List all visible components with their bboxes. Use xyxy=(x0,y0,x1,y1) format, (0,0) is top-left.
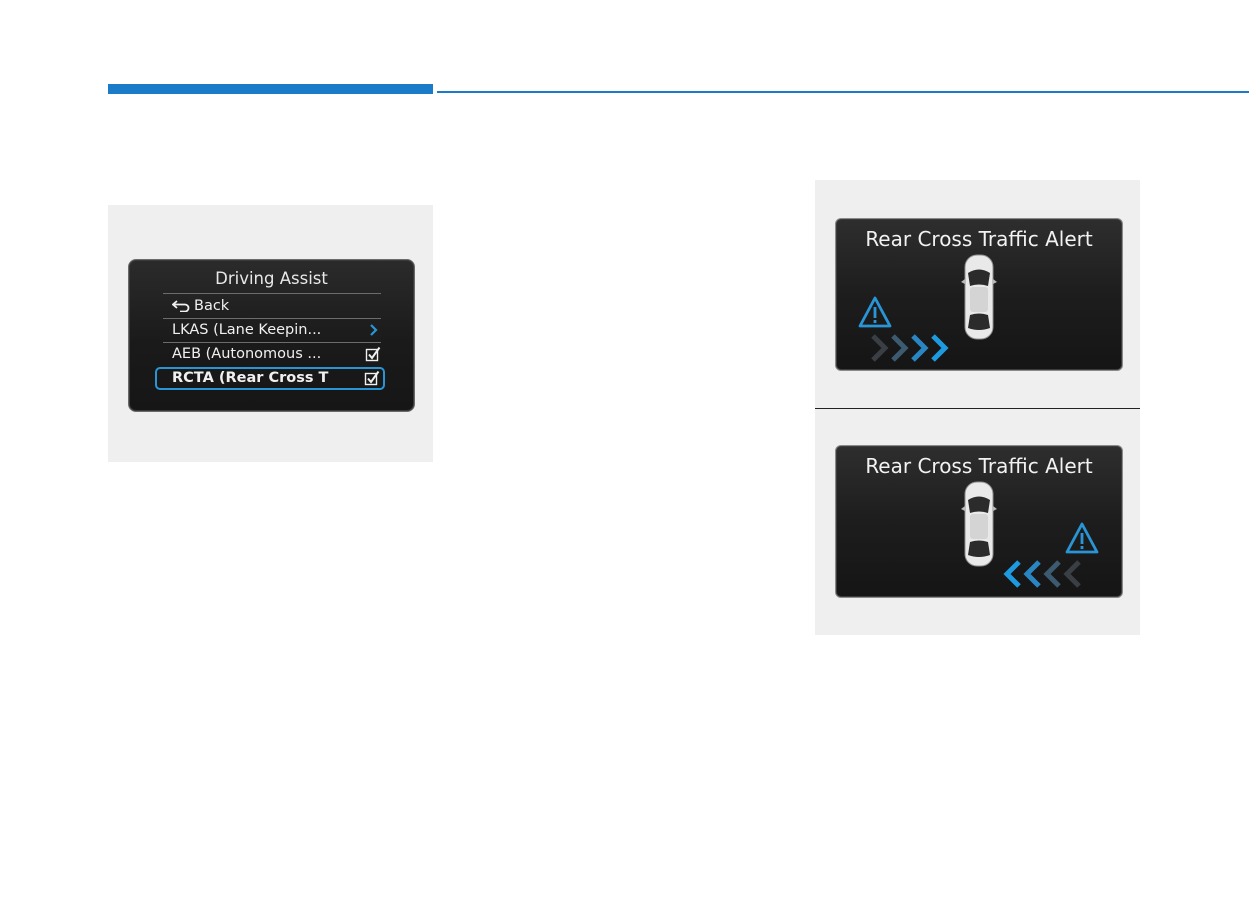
alert-figure: Rear Cross Traffic Alert Rear Cross Traf… xyxy=(815,180,1140,635)
direction-chevrons-right-icon xyxy=(871,334,949,362)
car-icon xyxy=(961,481,997,567)
menu-item-label: AEB (Autonomous ... xyxy=(172,346,322,362)
direction-chevrons-left-icon xyxy=(1003,560,1081,588)
back-arrow-icon xyxy=(171,300,190,313)
back-label: Back xyxy=(194,298,230,314)
header-bar-thick xyxy=(108,84,433,94)
cluster-menu-screen: Driving Assist Back LKAS (Lane Keepin...… xyxy=(128,259,415,412)
warning-triangle-icon xyxy=(1065,522,1099,554)
alert-title: Rear Cross Traffic Alert xyxy=(865,454,1093,478)
menu-figure: Driving Assist Back LKAS (Lane Keepin...… xyxy=(108,205,433,462)
menu-item-back[interactable]: Back xyxy=(163,295,381,319)
menu-item-lkas[interactable]: LKAS (Lane Keepin... xyxy=(163,319,381,343)
alert-title: Rear Cross Traffic Alert xyxy=(865,227,1093,251)
checkbox-checked-icon[interactable] xyxy=(364,370,380,386)
warning-triangle-icon xyxy=(858,296,892,328)
alert-screen-left: Rear Cross Traffic Alert xyxy=(835,445,1123,598)
menu-item-label: LKAS (Lane Keepin... xyxy=(172,322,322,338)
menu-item-label: RCTA (Rear Cross T xyxy=(172,370,329,386)
menu-item-rcta[interactable]: RCTA (Rear Cross T xyxy=(155,367,385,390)
alert-screen-right: Rear Cross Traffic Alert xyxy=(835,218,1123,371)
header-bar-thin xyxy=(437,91,1249,93)
checkbox-checked-icon[interactable] xyxy=(365,346,381,362)
menu-title: Driving Assist xyxy=(215,269,328,288)
chevron-right-icon xyxy=(370,324,378,336)
menu-item-aeb[interactable]: AEB (Autonomous ... xyxy=(163,343,381,367)
car-icon xyxy=(961,254,997,340)
divider xyxy=(163,293,381,294)
figure-divider xyxy=(815,408,1140,409)
